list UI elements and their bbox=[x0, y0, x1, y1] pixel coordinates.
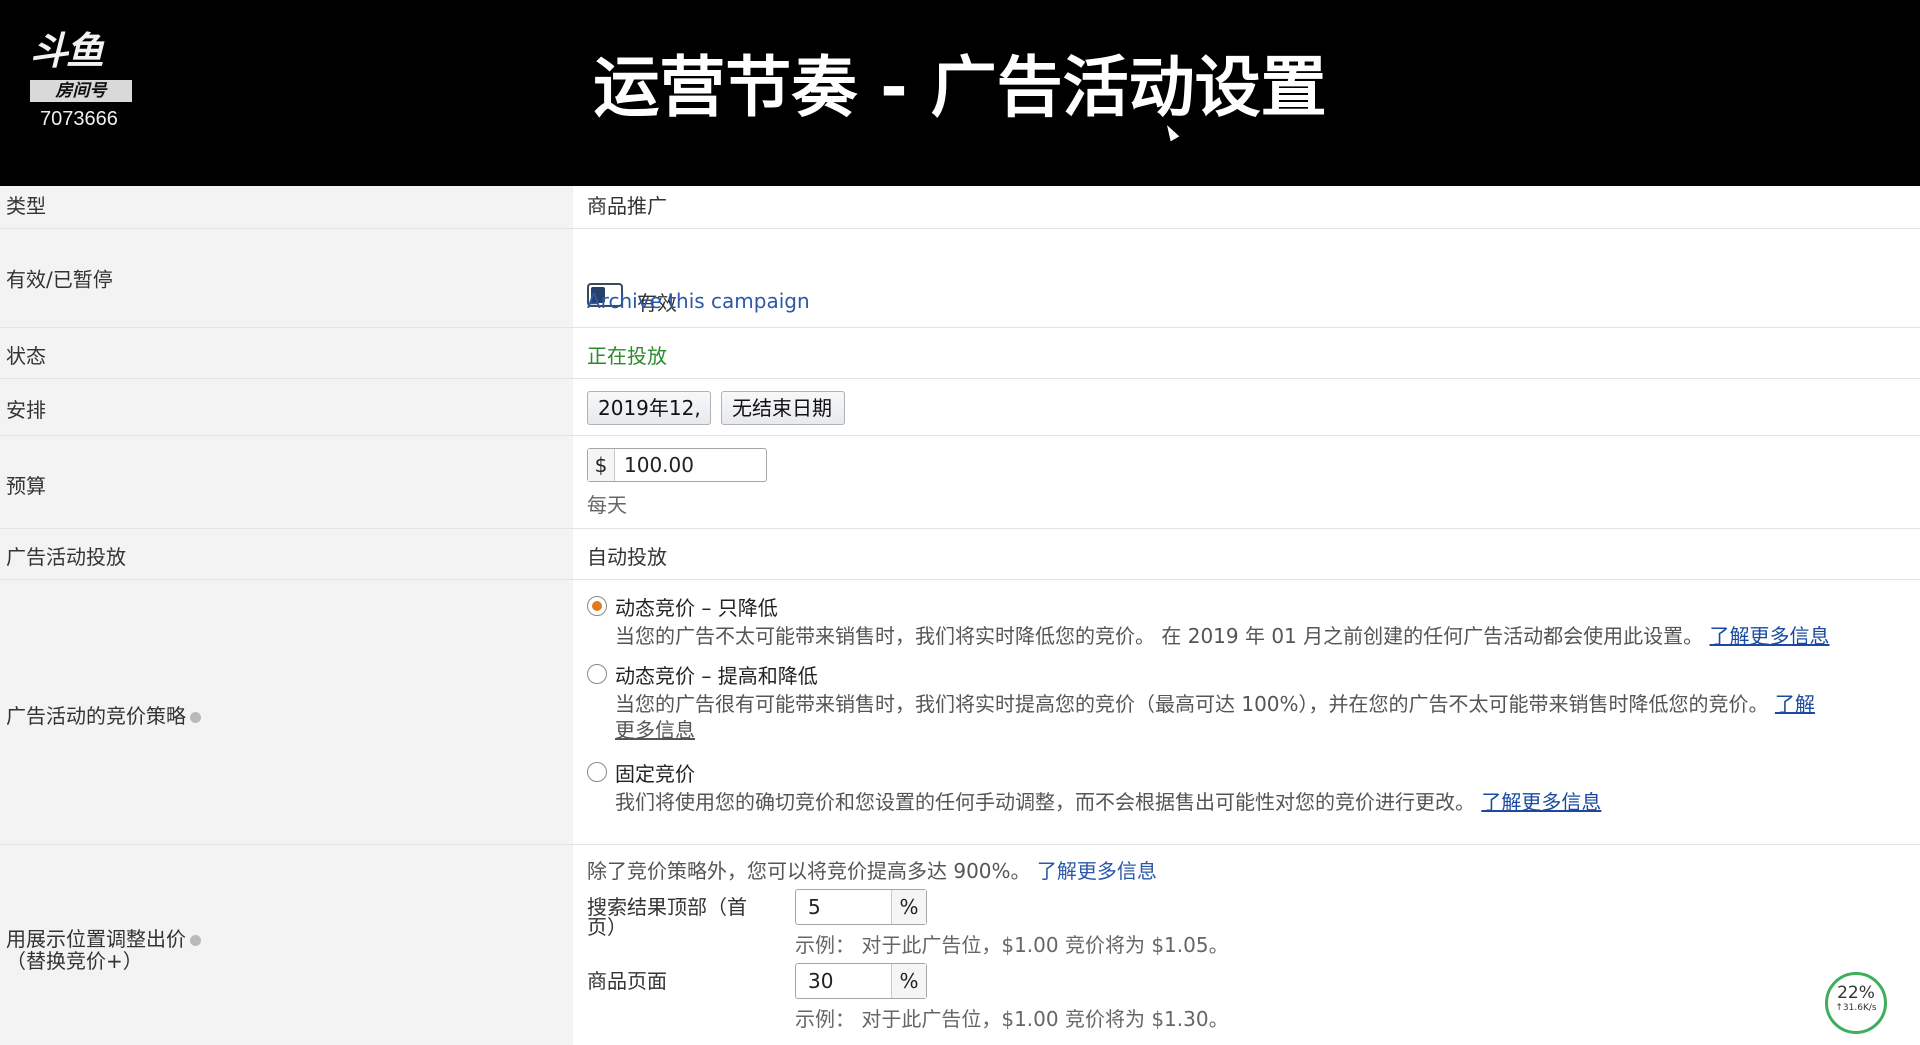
learn-more-link[interactable]: 了解更多信息 bbox=[1710, 624, 1830, 648]
option-dynamic-down-desc: 当您的广告不太可能带来销售时，我们将实时降低您的竞价。 在 2019 年 01 … bbox=[615, 624, 1830, 648]
row-schedule: 安排 2019年12, 无结束日期 bbox=[0, 379, 1920, 436]
network-speed: ↑31.6K/s bbox=[1835, 1003, 1877, 1013]
percent-unit: % bbox=[891, 964, 926, 998]
targeting-label: 广告活动投放 bbox=[6, 545, 126, 569]
row-targeting: 广告活动投放 自动投放 bbox=[0, 529, 1920, 580]
option-dynamic-down-title: 动态竞价 – 只降低 bbox=[615, 596, 778, 620]
percent-unit: % bbox=[891, 890, 926, 924]
active-label: 有效/已暂停 bbox=[6, 267, 113, 292]
archive-campaign-link[interactable]: Archive this campaign bbox=[587, 289, 810, 313]
budget-amount: 100.00 bbox=[624, 453, 694, 477]
budget-period: 每天 bbox=[587, 493, 627, 517]
top-of-search-percent-input[interactable]: 5 % bbox=[795, 889, 927, 925]
bidding-label: 广告活动的竞价策略 bbox=[6, 700, 201, 729]
learn-more-link[interactable]: 了解 bbox=[1775, 692, 1815, 716]
banner-title: 运营节奏 - 广告活动设置 bbox=[593, 49, 1327, 126]
stream-banner: 斗鱼 房间号 7073666 运营节奏 - 广告活动设置 bbox=[0, 0, 1920, 186]
cpu-percent: 22% bbox=[1837, 983, 1875, 1003]
info-icon[interactable] bbox=[190, 935, 201, 946]
info-icon[interactable] bbox=[190, 712, 201, 723]
status-value: 正在投放 bbox=[587, 344, 667, 368]
network-speed-badge: 22% ↑31.6K/s bbox=[1825, 972, 1887, 1034]
campaign-settings-table: 类型 商品推广 有效/已暂停 有效 状态 正在投放 安排 2019年12, 无结… bbox=[0, 186, 1920, 1045]
status-label: 状态 bbox=[6, 344, 46, 368]
start-date-button[interactable]: 2019年12, bbox=[587, 391, 711, 425]
type-label: 类型 bbox=[6, 194, 46, 218]
budget-input[interactable]: $ 100.00 bbox=[587, 448, 767, 482]
option-dynamic-up-down-title: 动态竞价 – 提高和降低 bbox=[615, 664, 818, 688]
learn-more-link[interactable]: 了解更多信息 bbox=[1037, 859, 1157, 883]
currency-prefix: $ bbox=[588, 449, 615, 481]
learn-more-link-continued[interactable]: 更多信息 bbox=[615, 714, 695, 743]
radio-dynamic-up-down[interactable] bbox=[587, 664, 607, 684]
product-page-label: 商品页面 bbox=[587, 969, 667, 993]
schedule-label: 安排 bbox=[6, 398, 46, 422]
type-value: 商品推广 bbox=[587, 194, 667, 218]
product-page-percent-input[interactable]: 30 % bbox=[795, 963, 927, 999]
top-of-search-example: 示例： 对于此广告位，$1.00 竞价将为 $1.05。 bbox=[795, 933, 1229, 957]
radio-fixed[interactable] bbox=[587, 762, 607, 782]
top-of-search-value: 5 bbox=[808, 895, 821, 919]
row-status: 状态 正在投放 bbox=[0, 328, 1920, 379]
top-of-search-label-cont: 页） bbox=[587, 915, 627, 939]
option-dynamic-up-down-desc: 当您的广告很有可能带来销售时，我们将实时提高您的竞价（最高可达 100%），并在… bbox=[615, 692, 1815, 716]
targeting-value: 自动投放 bbox=[587, 545, 667, 569]
row-placement-adjustment: 用展示位置调整出价 （替换竞价+） 除了竞价策略外，您可以将竞价提高多达 900… bbox=[0, 845, 1920, 1045]
product-page-example: 示例： 对于此广告位，$1.00 竞价将为 $1.30。 bbox=[795, 1007, 1229, 1031]
option-fixed-title: 固定竞价 bbox=[615, 762, 695, 786]
row-active: 有效/已暂停 有效 bbox=[0, 229, 1920, 328]
product-page-value: 30 bbox=[808, 969, 834, 993]
option-fixed-desc: 我们将使用您的确切竞价和您设置的任何手动调整，而不会根据售出可能性对您的竞价进行… bbox=[615, 790, 1602, 814]
row-type: 类型 商品推广 bbox=[0, 186, 1920, 229]
placement-intro: 除了竞价策略外，您可以将竞价提高多达 900%。 了解更多信息 bbox=[587, 859, 1157, 883]
radio-dynamic-down[interactable] bbox=[587, 596, 607, 616]
budget-label: 预算 bbox=[6, 474, 46, 498]
placement-label-sub: （替换竞价+） bbox=[6, 949, 143, 973]
learn-more-link[interactable]: 了解更多信息 bbox=[1481, 790, 1601, 814]
row-bidding-strategy: 广告活动的竞价策略 动态竞价 – 只降低 当您的广告不太可能带来销售时，我们将实… bbox=[0, 580, 1920, 845]
row-budget: 预算 $ 100.00 每天 bbox=[0, 436, 1920, 529]
end-date-button[interactable]: 无结束日期 bbox=[721, 391, 845, 425]
